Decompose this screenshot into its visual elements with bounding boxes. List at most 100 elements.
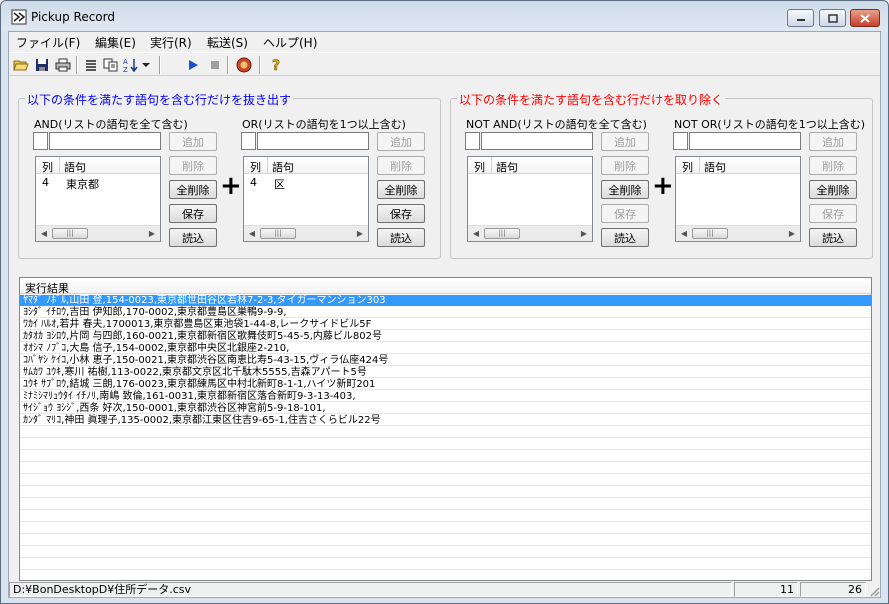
result-row[interactable]	[20, 547, 871, 558]
result-row[interactable]	[20, 451, 871, 462]
not-or-add-button[interactable]: 追加	[809, 132, 857, 151]
title-bar[interactable]: Pickup Record	[1, 1, 888, 31]
and-delete-button[interactable]: 削除	[169, 156, 217, 175]
scroll-left-icon[interactable]: ◀	[679, 229, 689, 239]
scroll-thumb[interactable]: |||	[260, 228, 296, 239]
not-and-delete-all-button[interactable]: 全削除	[601, 180, 649, 199]
help-button[interactable]: ?	[267, 56, 285, 74]
or-delete-all-button[interactable]: 全削除	[377, 180, 425, 199]
column-header-term[interactable]: 語句	[494, 157, 518, 174]
not-and-list-hscrollbar[interactable]: ◀ ||| ▶	[468, 225, 592, 241]
scroll-right-icon[interactable]: ▶	[579, 229, 589, 239]
column-header-col[interactable]: 列	[36, 157, 60, 174]
scroll-left-icon[interactable]: ◀	[247, 229, 257, 239]
and-list-hscrollbar[interactable]: ◀ ||| ▶	[36, 225, 160, 241]
result-row[interactable]: ｻｲｼﾞｮｳ ﾖｼｼﾞ,西条 好次,150-0001,東京都渋谷区神宮前5-9-…	[20, 403, 871, 414]
scroll-right-icon[interactable]: ▶	[355, 229, 365, 239]
result-row[interactable]: ｺﾊﾞﾔｼ ｹｲｺ,小林 恵子,150-0021,東京都渋谷区南恵比寿5-43-…	[20, 355, 871, 366]
not-and-list[interactable]: 列 語句 ◀ ||| ▶	[467, 156, 593, 242]
and-list[interactable]: 列 語句 4 東京都 ◀ ||| ▶	[35, 156, 161, 242]
result-row[interactable]	[20, 559, 871, 570]
scroll-right-icon[interactable]: ▶	[787, 229, 797, 239]
column-header-term[interactable]: 語句	[702, 157, 726, 174]
result-row[interactable]: ｶﾀｵｶ ﾖｼﾛｳ,片岡 与四郎,160-0021,東京都新宿区歌舞伎町5-45…	[20, 331, 871, 342]
result-row[interactable]	[20, 427, 871, 438]
save-button[interactable]	[33, 56, 51, 74]
resize-grip-icon[interactable]	[868, 585, 880, 597]
result-row[interactable]	[20, 511, 871, 522]
or-delete-button[interactable]: 削除	[377, 156, 425, 175]
and-save-button[interactable]: 保存	[169, 204, 217, 223]
and-delete-all-button[interactable]: 全削除	[169, 180, 217, 199]
results-list[interactable]: 実行結果 ﾔﾏﾀﾞ ﾉﾎﾞﾙ,山田 登,154-0023,東京都世田谷区若林7-…	[19, 277, 872, 581]
or-term-input[interactable]	[257, 132, 369, 150]
run-button[interactable]	[184, 56, 202, 74]
not-or-list[interactable]: 列 語句 ◀ ||| ▶	[675, 156, 801, 242]
and-add-button[interactable]: 追加	[169, 132, 217, 151]
not-and-term-input[interactable]	[481, 132, 593, 150]
not-or-save-button[interactable]: 保存	[809, 204, 857, 223]
not-or-delete-button[interactable]: 削除	[809, 156, 857, 175]
not-and-add-button[interactable]: 追加	[601, 132, 649, 151]
or-list[interactable]: 列 語句 4 区 ◀ ||| ▶	[243, 156, 369, 242]
result-row[interactable]: ｶﾝﾀﾞ ﾏﾘｺ,神田 眞理子,135-0002,東京都江東区住吉9-65-1,…	[20, 415, 871, 426]
result-row[interactable]	[20, 475, 871, 486]
not-or-term-input[interactable]	[689, 132, 801, 150]
result-row[interactable]: ﾜｶｲ ﾊﾙｵ,若井 春夫,1700013,東京都豊島区東池袋1-44-8,レー…	[20, 319, 871, 330]
result-row[interactable]	[20, 499, 871, 510]
not-and-delete-button[interactable]: 削除	[601, 156, 649, 175]
column-header-term[interactable]: 語句	[270, 157, 294, 174]
menu-file[interactable]: ファイル(F)	[12, 34, 84, 51]
or-load-button[interactable]: 読込	[377, 228, 425, 247]
open-button[interactable]	[12, 56, 30, 74]
not-and-save-button[interactable]: 保存	[601, 204, 649, 223]
or-column-input[interactable]	[241, 132, 256, 150]
menu-run[interactable]: 実行(R)	[146, 34, 196, 51]
not-or-load-button[interactable]: 読込	[809, 228, 857, 247]
column-header-col[interactable]: 列	[244, 157, 268, 174]
scroll-left-icon[interactable]: ◀	[39, 229, 49, 239]
scroll-thumb[interactable]: |||	[484, 228, 520, 239]
and-column-input[interactable]	[33, 132, 48, 150]
menu-edit[interactable]: 編集(E)	[91, 34, 140, 51]
maximize-button[interactable]	[819, 9, 846, 27]
close-button[interactable]	[850, 9, 880, 27]
transfer-button[interactable]	[235, 56, 253, 74]
scroll-thumb[interactable]: |||	[52, 228, 88, 239]
or-save-button[interactable]: 保存	[377, 204, 425, 223]
result-row[interactable]: ﾖｼﾀﾞ ｲﾁﾛｳ,吉田 伊知郎,170-0002,東京都豊島区巣鴨9-9-9,	[20, 307, 871, 318]
print-button[interactable]	[54, 56, 72, 74]
not-or-delete-all-button[interactable]: 全削除	[809, 180, 857, 199]
result-row[interactable]: ﾔﾏﾀﾞ ﾉﾎﾞﾙ,山田 登,154-0023,東京都世田谷区若林7-2-3,タ…	[20, 295, 871, 306]
or-list-hscrollbar[interactable]: ◀ ||| ▶	[244, 225, 368, 241]
result-row[interactable]: ﾕｳｷ ｻﾌﾞﾛｳ,結城 三朗,176-0023,東京都練馬区中村北新町8-1-…	[20, 379, 871, 390]
list-button[interactable]	[82, 56, 100, 74]
minimize-button[interactable]	[787, 9, 814, 27]
not-and-load-button[interactable]: 読込	[601, 228, 649, 247]
scroll-right-icon[interactable]: ▶	[147, 229, 157, 239]
not-or-list-hscrollbar[interactable]: ◀ ||| ▶	[676, 225, 800, 241]
sort-dropdown-button[interactable]	[140, 56, 152, 74]
result-row[interactable]	[20, 535, 871, 546]
menu-help[interactable]: ヘルプ(H)	[259, 34, 321, 51]
column-header-col[interactable]: 列	[676, 157, 700, 174]
menu-transfer[interactable]: 転送(S)	[203, 34, 252, 51]
result-row[interactable]	[20, 463, 871, 474]
scroll-thumb[interactable]: |||	[692, 228, 728, 239]
copy-button[interactable]	[102, 56, 120, 74]
or-add-button[interactable]: 追加	[377, 132, 425, 151]
result-row[interactable]	[20, 439, 871, 450]
sort-button[interactable]: AZ	[122, 56, 140, 74]
not-and-column-input[interactable]	[465, 132, 480, 150]
and-term-input[interactable]	[49, 132, 161, 150]
results-header[interactable]: 実行結果	[20, 278, 871, 295]
result-row[interactable]: ﾐﾅﾐｼﾏﾘｭｳﾀｲ ｲﾁﾉﾘ,南嶋 致倫,161-0031,東京都新宿区落合新…	[20, 391, 871, 402]
column-header-col[interactable]: 列	[468, 157, 492, 174]
and-load-button[interactable]: 読込	[169, 228, 217, 247]
result-row[interactable]: ｻﾑｶﾜ ﾕｳｷ,寒川 祐樹,113-0022,東京都文京区北千駄木5555,吉…	[20, 367, 871, 378]
not-or-column-input[interactable]	[673, 132, 688, 150]
result-row[interactable]	[20, 523, 871, 534]
stop-button[interactable]	[206, 56, 224, 74]
scroll-left-icon[interactable]: ◀	[471, 229, 481, 239]
result-row[interactable]	[20, 487, 871, 498]
